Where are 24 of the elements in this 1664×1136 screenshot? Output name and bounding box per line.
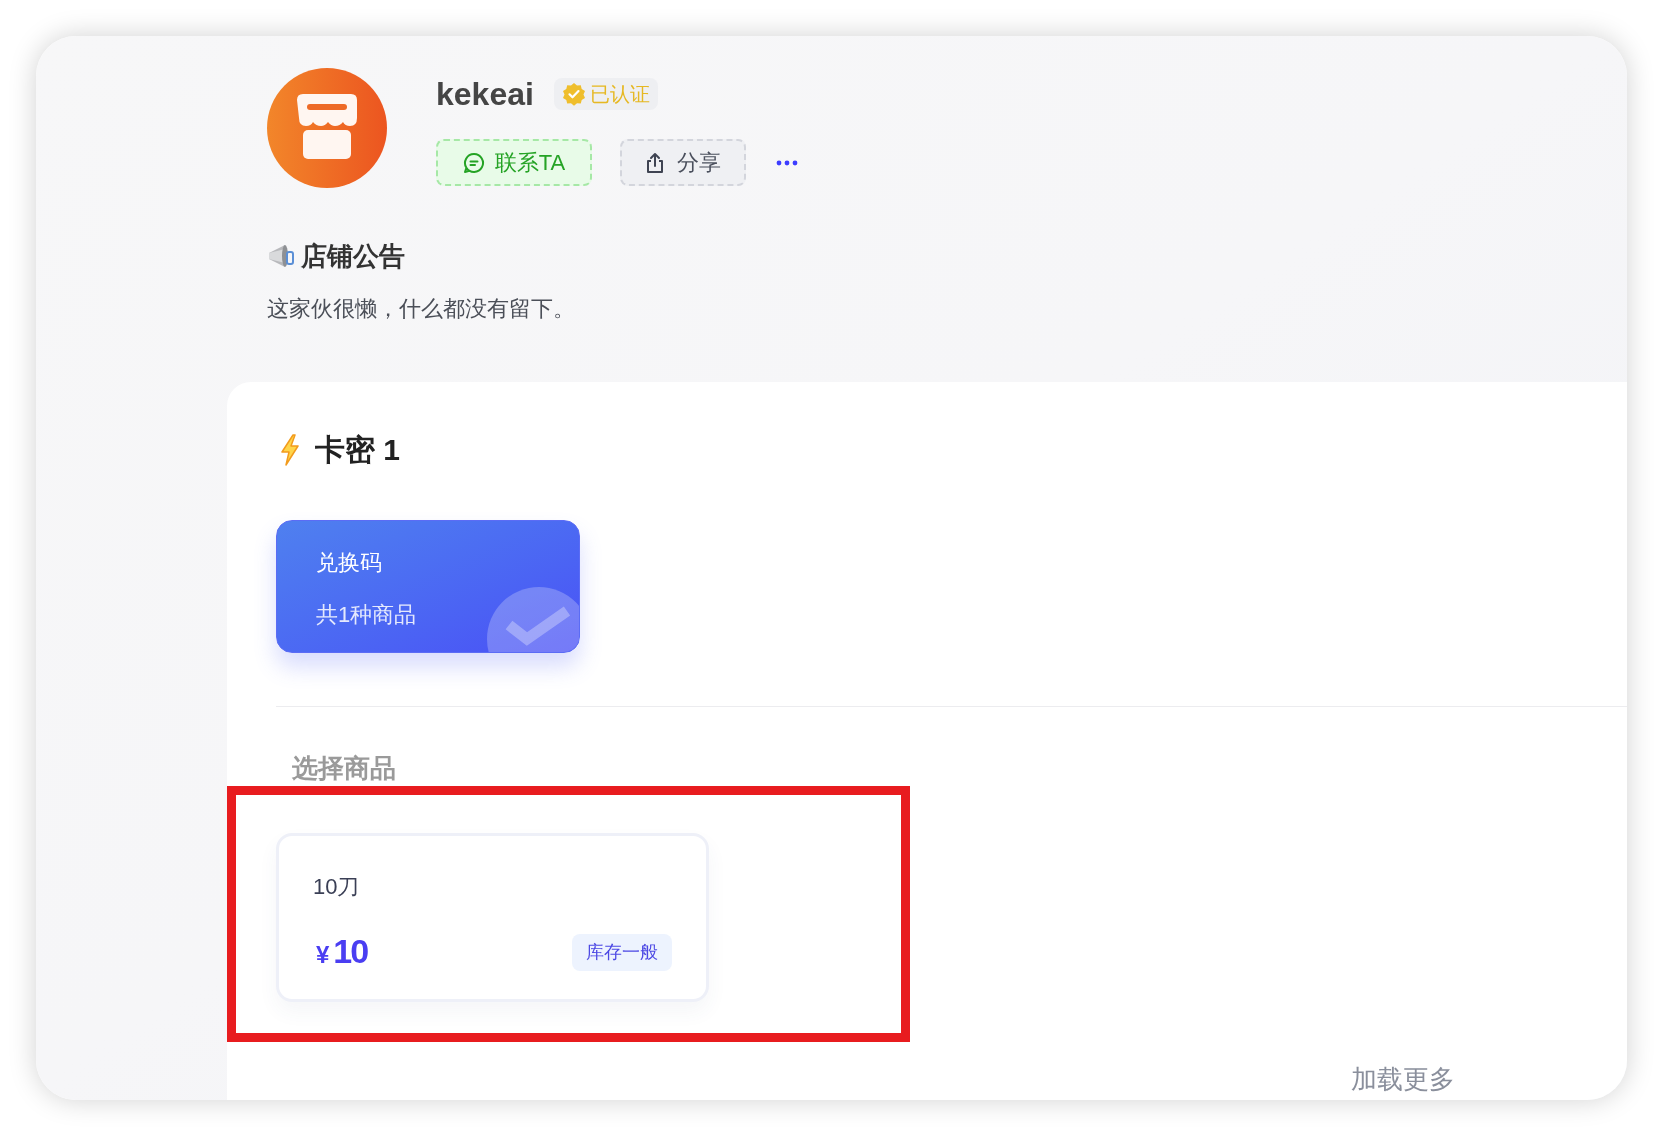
notice-text: 这家伙很懒，什么都没有留下。 — [267, 295, 575, 323]
lightning-icon — [279, 434, 301, 466]
product-price: 10 — [333, 932, 368, 970]
more-icon — [776, 159, 798, 166]
load-more-link[interactable]: 加载更多 — [1351, 1062, 1455, 1096]
chat-icon — [462, 151, 485, 174]
product-name: 10刀 — [313, 873, 360, 901]
verified-seal-icon — [561, 82, 586, 106]
share-icon — [645, 151, 665, 174]
shop-name: kekeai — [436, 75, 534, 114]
verified-badge: 已认证 — [553, 78, 658, 110]
type-count: 共1种商品 — [316, 601, 417, 629]
section-title: 选择商品 — [292, 753, 396, 783]
notice-title: 店铺公告 — [301, 240, 405, 273]
store-avatar-icon — [267, 68, 387, 188]
currency-symbol: ¥ — [316, 940, 330, 970]
contact-button[interactable]: 联系TA — [436, 139, 592, 186]
type-name: 兑换码 — [316, 549, 382, 577]
product-type-card[interactable]: 兑换码 共1种商品 — [276, 520, 580, 653]
share-button[interactable]: 分享 — [620, 139, 746, 186]
category-title: 卡密 1 — [315, 432, 401, 468]
megaphone-icon — [267, 243, 295, 269]
product-card[interactable]: 10刀 ¥10 库存一般 — [276, 833, 709, 1002]
stock-badge: 库存一般 — [572, 933, 672, 971]
